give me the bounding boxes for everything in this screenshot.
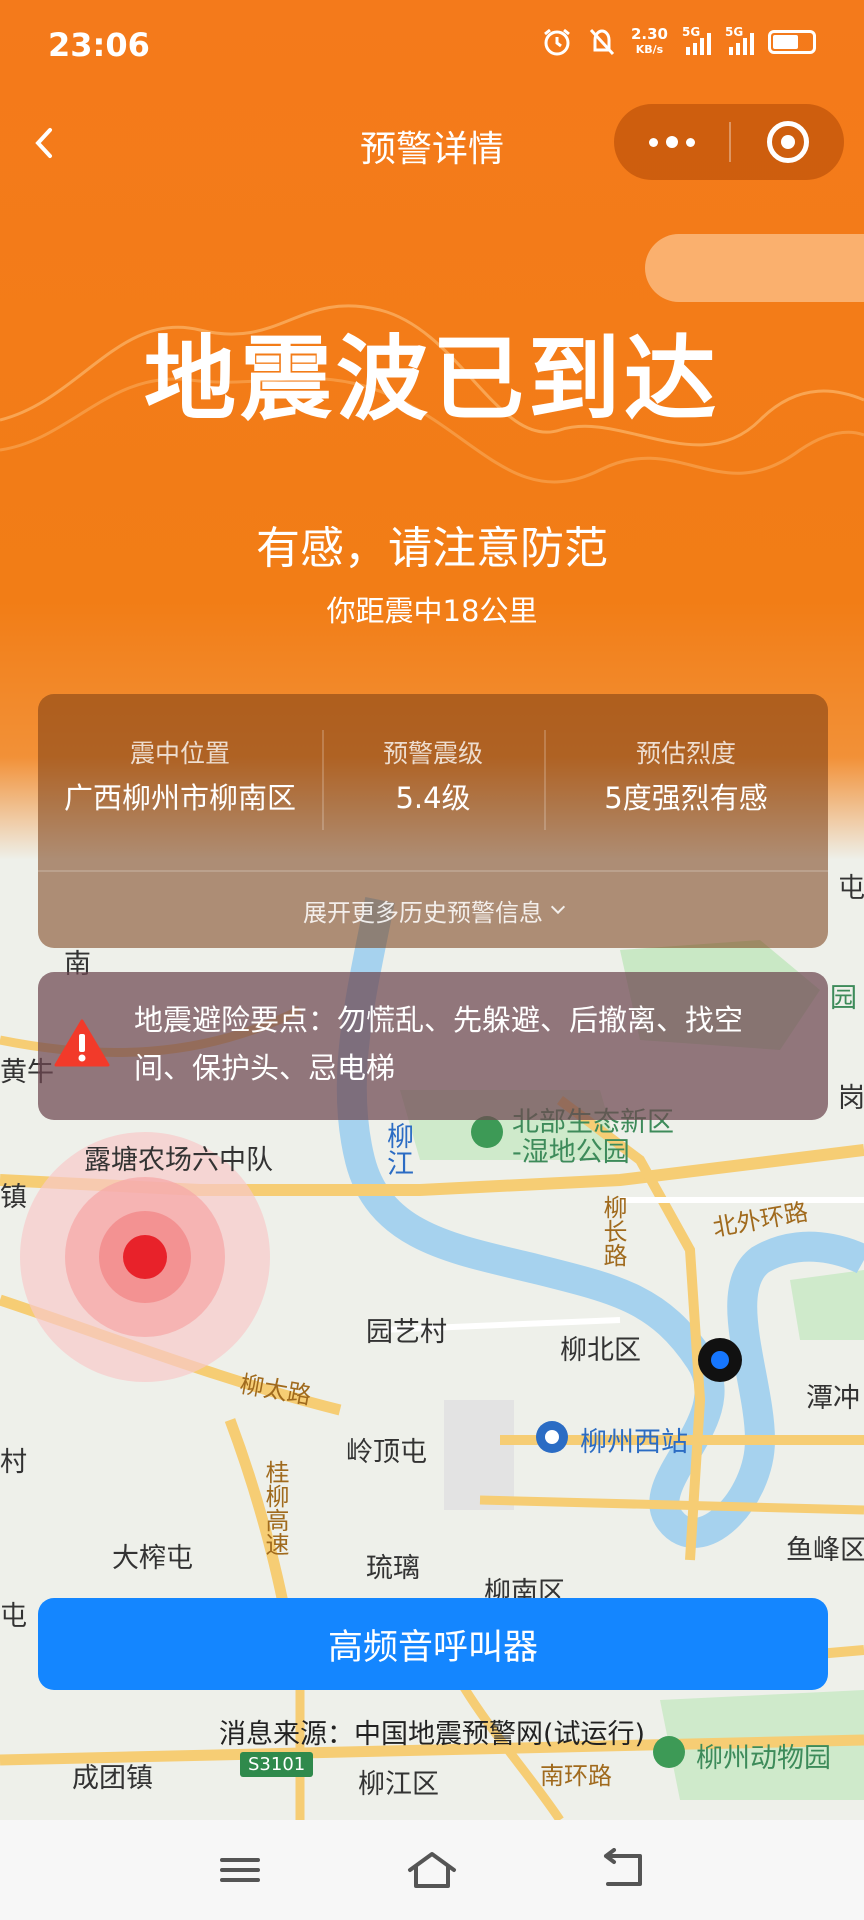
- menu-icon[interactable]: [210, 1848, 270, 1892]
- map-label: 露塘农场六中队: [84, 1145, 273, 1176]
- alert-advice: 有感，请注意防范: [256, 523, 608, 574]
- map-label: 岗: [838, 1083, 864, 1114]
- high-frequency-caller-button[interactable]: 高频音呼叫器: [38, 1598, 828, 1690]
- status-icons: 2.30 KB/s 5G 5G: [541, 25, 816, 58]
- status-time: 23:06: [48, 26, 150, 64]
- info-value: 5度强烈有感: [604, 781, 768, 815]
- warning-icon: [54, 1019, 110, 1067]
- sim1-label: 5G: [682, 25, 701, 39]
- map-label: 村: [0, 1447, 27, 1478]
- expand-history-label: 展开更多历史预警信息: [303, 898, 543, 927]
- message-source: 消息来源：中国地震预警网(试运行): [218, 1719, 646, 1750]
- map-label: 鱼峰区: [786, 1535, 864, 1566]
- map-label: 屯: [838, 873, 864, 904]
- sim2-label: 5G: [725, 25, 744, 39]
- estimated-intensity: 预估烈度 5度强烈有感: [544, 694, 828, 870]
- map-label: 柳江区: [358, 1769, 439, 1800]
- map-label: 园: [830, 983, 857, 1014]
- map-label: 潭冲: [806, 1383, 860, 1414]
- map-label: 桂柳高速: [261, 1460, 289, 1556]
- quake-info-card: 震中位置 广西柳州市柳南区 预警震级 5.4级 预估烈度 5度强烈有感 展开更多…: [38, 694, 828, 948]
- epicenter-distance: 你距震中18公里: [326, 594, 538, 628]
- map-label: 柳州西站: [580, 1427, 688, 1458]
- map-label: 镇: [0, 1182, 27, 1213]
- map-label: 大榨屯: [112, 1543, 193, 1574]
- info-label: 预警震级: [382, 739, 483, 768]
- signal-icon: 5G: [725, 25, 754, 55]
- road-badge: S3101: [240, 1752, 314, 1777]
- map-label: 屯: [0, 1601, 27, 1632]
- alarm-icon: [544, 28, 570, 56]
- info-label: 预估烈度: [635, 739, 736, 768]
- share-pill-button[interactable]: [645, 234, 864, 302]
- safety-tip-card: 地震避险要点：勿慌乱、先躲避、后撤离、找空间、保护头、忌电梯: [38, 972, 828, 1120]
- map-label: -湿地公园: [512, 1137, 630, 1168]
- battery-icon: [768, 30, 816, 54]
- back-icon[interactable]: [594, 1848, 654, 1892]
- mute-icon: [589, 28, 615, 56]
- net-speed: 2.30 KB/s: [631, 26, 668, 58]
- map-label: 柳北区: [560, 1335, 641, 1366]
- alert-status-title: 地震波已到达: [143, 326, 720, 433]
- map-label: 园艺村: [366, 1317, 447, 1348]
- close-miniprogram-icon[interactable]: [731, 104, 844, 180]
- net-speed-unit: KB/s: [635, 43, 664, 56]
- map-label: 南环路: [540, 1762, 612, 1790]
- map-label: 柳长路: [599, 1195, 627, 1267]
- map-label: 柳江: [382, 1122, 413, 1176]
- net-speed-value: 2.30: [630, 25, 668, 43]
- status-bar: 23:06 2.30 KB/s 5G 5G: [0, 0, 864, 90]
- map-label: 岭顶屯: [346, 1437, 427, 1468]
- info-value: 5.4级: [395, 781, 471, 815]
- expand-history-button[interactable]: 展开更多历史预警信息: [38, 872, 828, 948]
- safety-tip-text: 地震避险要点：勿慌乱、先躲避、后撤离、找空间、保护头、忌电梯: [134, 1003, 744, 1085]
- info-value: 广西柳州市柳南区: [63, 781, 296, 815]
- system-nav-bar: [0, 1820, 864, 1920]
- epicenter-location: 震中位置 广西柳州市柳南区: [38, 694, 322, 870]
- miniprogram-capsule: [614, 104, 844, 180]
- map-label: 成团镇: [72, 1763, 153, 1794]
- home-icon[interactable]: [402, 1848, 462, 1892]
- map-label: 琉璃: [366, 1553, 420, 1584]
- more-icon[interactable]: [614, 104, 729, 180]
- chevron-down-icon: [550, 899, 566, 915]
- info-label: 震中位置: [129, 739, 230, 768]
- warning-magnitude: 预警震级 5.4级: [322, 694, 544, 870]
- signal-icon: 5G: [682, 25, 711, 55]
